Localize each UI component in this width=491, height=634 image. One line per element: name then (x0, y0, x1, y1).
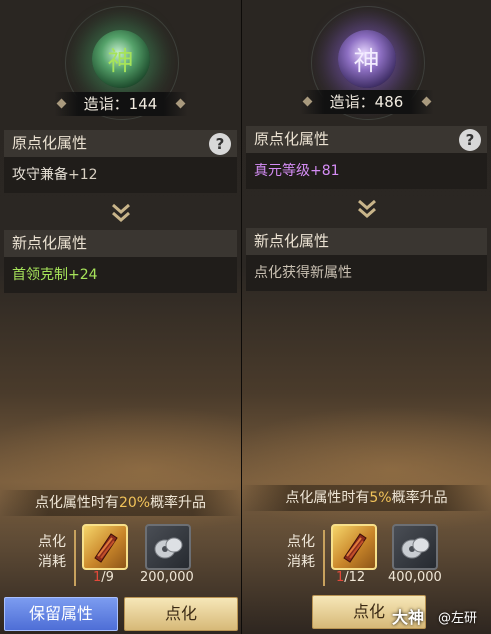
chevron-down-icon (357, 199, 376, 218)
chance-prefix: 点化属性时有 (285, 490, 370, 506)
refine-button[interactable]: 点化 (124, 597, 238, 631)
new-attr-row: 点化获得新属性 (246, 255, 487, 291)
shen-orb-icon[interactable]: 神 (337, 30, 396, 88)
new-attr-header: 新点化属性 (4, 230, 237, 257)
cost-label: 点化消耗 (287, 534, 315, 570)
left-refine-panel: 神 造诣：144 原点化属性 ? 攻守兼备+12 新点化属性 首领克制+24 点… (0, 0, 241, 634)
refine-material-slot[interactable] (82, 524, 128, 570)
orb-area: 神 造诣：486 (242, 0, 491, 120)
chance-percent: 20% (118, 495, 151, 511)
new-attr-header-label: 新点化属性 (12, 234, 88, 252)
cost-label: 点化消耗 (38, 534, 66, 570)
new-attr-header: 新点化属性 (246, 228, 487, 255)
help-icon[interactable]: ? (209, 133, 231, 155)
watermark-user: @左研 (438, 611, 478, 626)
silver-coin-icon (401, 537, 430, 559)
chance-percent: 5% (369, 490, 392, 506)
chevron-down-icon (111, 203, 130, 222)
original-attr-header-label: 原点化属性 (12, 134, 88, 152)
original-attr-name: 攻守兼备 (12, 167, 68, 183)
watermark-logo: 大神 (392, 608, 425, 627)
cost-separator (323, 530, 325, 586)
help-icon[interactable]: ? (459, 129, 481, 151)
zaoyi-value: 造诣：144 (53, 92, 188, 116)
chance-prefix: 点化属性时有 (34, 495, 119, 511)
shen-orb-icon[interactable]: 神 (91, 30, 150, 88)
original-attr-header: 原点化属性 ? (4, 130, 237, 157)
new-attr-name: 首领克制 (12, 267, 68, 283)
original-attr-value: +81 (310, 163, 340, 179)
silver-cost: 400,000 (388, 570, 442, 585)
silver-slot[interactable] (392, 524, 438, 570)
material-item-icon (343, 533, 367, 563)
chance-suffix: 概率升品 (150, 495, 207, 511)
keep-attr-button[interactable]: 保留属性 (4, 597, 118, 631)
material-count: 1/9 (93, 570, 114, 585)
refine-material-slot[interactable] (331, 524, 377, 570)
orb-area: 神 造诣：144 (0, 0, 241, 120)
new-attr-value: +24 (68, 267, 98, 283)
original-attr-value: +12 (68, 167, 98, 183)
new-attr-row: 首领克制+24 (4, 257, 237, 293)
zaoyi-value: 造诣：486 (299, 90, 434, 114)
upgrade-chance-text: 点化属性时有5%概率升品 (242, 485, 491, 511)
original-attr-header: 原点化属性 ? (246, 126, 487, 153)
cost-separator (74, 530, 76, 586)
chance-suffix: 概率升品 (391, 490, 448, 506)
right-refine-panel: 神 造诣：486 原点化属性 ? 真元等级+81 新点化属性 点化获得新属性 点… (242, 0, 491, 634)
silver-slot[interactable] (145, 524, 191, 570)
original-attr-row: 攻守兼备+12 (4, 157, 237, 193)
upgrade-chance-text: 点化属性时有20%概率升品 (0, 490, 241, 516)
original-attr-header-label: 原点化属性 (254, 130, 330, 148)
silver-coin-icon (154, 537, 183, 559)
silver-cost: 200,000 (140, 570, 194, 585)
material-item-icon (94, 533, 118, 563)
material-count: 1/12 (336, 570, 365, 585)
new-attr-header-label: 新点化属性 (254, 232, 330, 250)
original-attr-name: 真元等级 (254, 163, 310, 179)
material-need: /12 (344, 570, 366, 585)
original-attr-row: 真元等级+81 (246, 153, 487, 189)
material-need: /9 (101, 570, 114, 585)
new-attr-placeholder: 点化获得新属性 (254, 265, 352, 281)
